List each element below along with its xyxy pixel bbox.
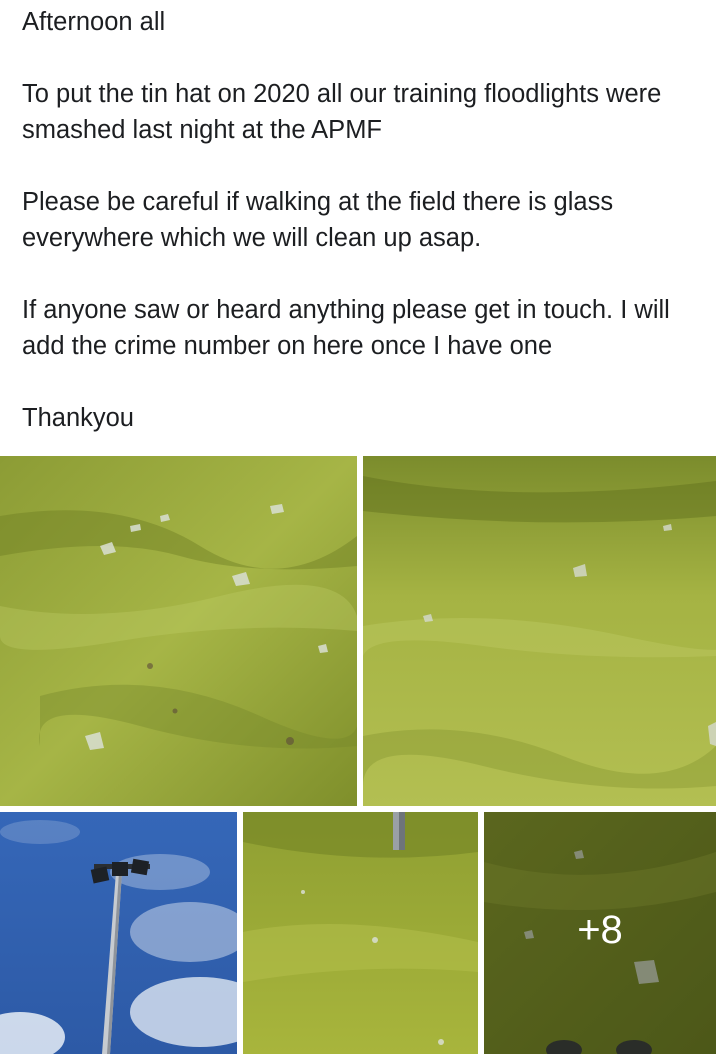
- more-photos-overlay[interactable]: +8: [484, 812, 716, 1054]
- photo-grass-glass-1[interactable]: [0, 456, 357, 806]
- photo-grass-more[interactable]: +8: [484, 812, 716, 1054]
- post-paragraph-greeting: Afternoon all: [22, 8, 166, 36]
- more-photos-count: +8: [577, 907, 623, 952]
- post-paragraph-signoff: Thankyou: [22, 404, 134, 432]
- post-text: Afternoon all To put the tin hat on 2020…: [22, 4, 702, 436]
- grass-image: [363, 456, 716, 806]
- photo-grass-glass-2[interactable]: [363, 456, 716, 806]
- post-paragraph-floodlights: To put the tin hat on 2020 all our train…: [22, 80, 662, 144]
- post-paragraph-appeal: If anyone saw or heard anything please g…: [22, 296, 670, 360]
- floodlight-image: [0, 812, 237, 1054]
- photo-grass-pole-base[interactable]: [243, 812, 478, 1054]
- post-paragraph-warning: Please be careful if walking at the fiel…: [22, 188, 614, 252]
- grass-image: [0, 456, 357, 806]
- photo-floodlight-pole[interactable]: [0, 812, 237, 1054]
- grass-image: [243, 812, 478, 1054]
